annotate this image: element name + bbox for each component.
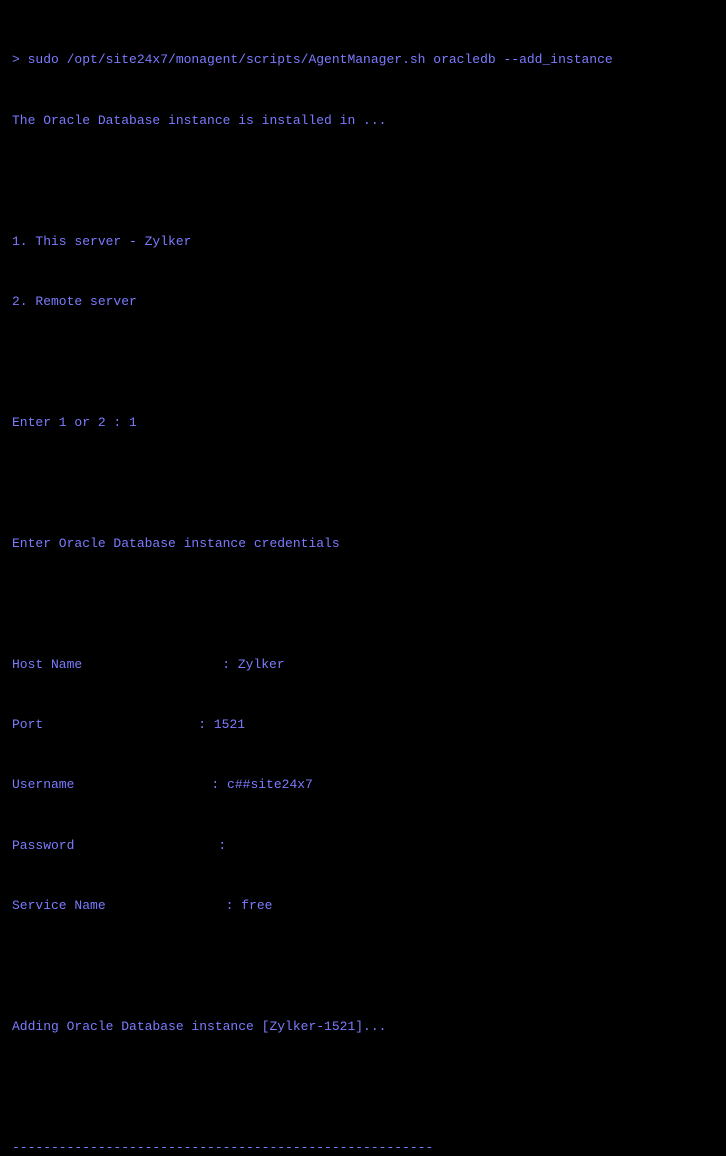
- svc-line: Service Name: free: [12, 896, 714, 916]
- line-6: Enter 1 or 2 : 1: [12, 413, 714, 433]
- line-9: [12, 594, 714, 614]
- user-line: Username: c##site24x7: [12, 775, 714, 795]
- terminal: > sudo /opt/site24x7/monagent/scripts/Ag…: [12, 10, 714, 1156]
- line-3: 1. This server - Zylker: [12, 232, 714, 252]
- prompt-line: > sudo /opt/site24x7/monagent/scripts/Ag…: [12, 50, 714, 70]
- line-10: [12, 957, 714, 977]
- line-2: [12, 171, 714, 191]
- line-11: [12, 1077, 714, 1097]
- pass-line: Password:: [12, 836, 714, 856]
- line-5: [12, 352, 714, 372]
- divider-top: ----------------------------------------…: [12, 1138, 714, 1156]
- port-line: Port: 1521: [12, 715, 714, 735]
- line-1: The Oracle Database instance is installe…: [12, 111, 714, 131]
- line-4: 2. Remote server: [12, 292, 714, 312]
- line-8: Enter Oracle Database instance credentia…: [12, 534, 714, 554]
- host-line: Host Name: Zylker: [12, 655, 714, 675]
- line-7: [12, 473, 714, 493]
- adding-line: Adding Oracle Database instance [Zylker-…: [12, 1017, 714, 1037]
